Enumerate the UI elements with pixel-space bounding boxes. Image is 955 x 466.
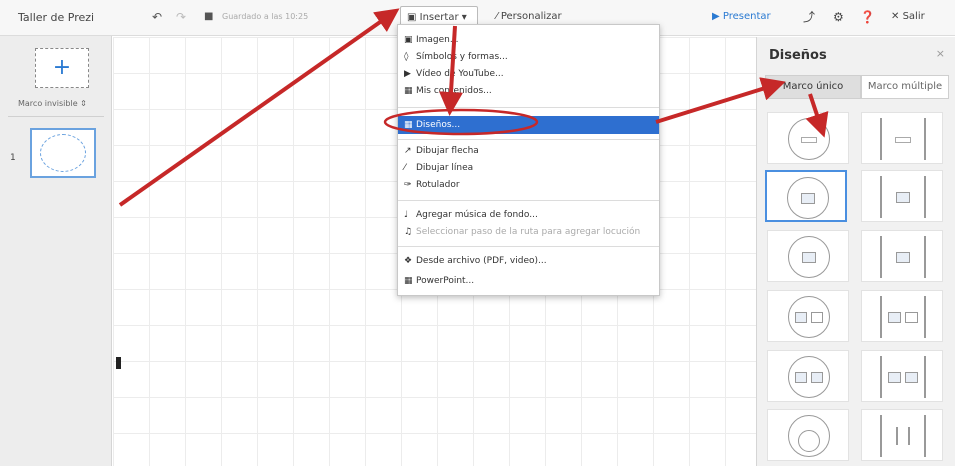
layout-circle-image-text[interactable] (767, 290, 849, 342)
menu-item-from-file[interactable]: ❖ Desde archivo (PDF, video)... (404, 254, 547, 268)
layout-bracket-two-images[interactable] (861, 350, 943, 402)
bracket-frame-icon (880, 236, 926, 278)
slide-thumbnail[interactable] (30, 128, 96, 178)
circle-frame-icon (788, 236, 830, 278)
layout-bracket-title-image[interactable] (861, 230, 943, 282)
present-button[interactable]: ▶ Presentar (712, 10, 771, 24)
menu-item-powerpoint[interactable]: ▦ PowerPoint... (404, 274, 474, 288)
layout-bracket-title[interactable] (861, 112, 943, 164)
saved-status: Guardado a las 10:25 (222, 12, 309, 21)
circle-frame-icon (788, 356, 830, 398)
insert-icon: ▣ (407, 12, 417, 23)
layouts-icon: ▦ (404, 120, 413, 130)
share-icon[interactable]: ⤴ (803, 10, 815, 24)
bracket-frame-icon (880, 356, 926, 398)
tab-multiple-frame[interactable]: Marco múltiple (861, 75, 949, 99)
menu-item-layouts[interactable]: ▦ Diseños... (398, 116, 659, 134)
gear-icon[interactable]: ⚙ (833, 10, 844, 24)
layout-circle-two-images[interactable] (767, 350, 849, 402)
layout-circle-title[interactable] (767, 112, 849, 164)
music-icon: ♩ (404, 210, 409, 220)
redo-icon[interactable]: ↷ (176, 10, 186, 24)
menu-divider (398, 107, 659, 108)
bracket-frame-icon (880, 296, 926, 338)
save-icon[interactable]: ■ (204, 10, 213, 24)
insert-label: Insertar ▾ (419, 12, 467, 23)
marker-icon: ✑ (404, 180, 412, 190)
menu-item-symbols[interactable]: ◊ Símbolos y formas... (404, 50, 508, 64)
insert-dropdown-menu: ▣ Imagen... ◊ Símbolos y formas... ▶ Vídeo … (397, 24, 660, 296)
path-sidebar: + Marco invisible ⇕ 1 (0, 36, 112, 466)
menu-item-draw-line[interactable]: ⁄ Dibujar línea (404, 161, 473, 175)
voice-icon: ♫ (404, 227, 413, 237)
layout-bracket-image-text[interactable] (861, 290, 943, 342)
bracket-frame-icon (880, 118, 926, 160)
menu-item-background-music[interactable]: ♩ Agregar música de fondo... (404, 208, 538, 222)
help-icon[interactable]: ❓ (860, 10, 875, 24)
symbol-icon: ◊ (404, 52, 409, 62)
file-icon: ❖ (404, 256, 413, 266)
menu-item-voiceover: ♫ Seleccionar paso de la ruta para agrega… (404, 227, 641, 237)
bracket-frame-icon (880, 176, 926, 218)
youtube-icon: ▶ (404, 69, 411, 79)
thumbnail-frame (40, 134, 86, 172)
circle-frame-icon (787, 177, 829, 219)
add-frame-button[interactable]: + (35, 48, 89, 88)
circle-frame-icon (788, 415, 830, 457)
play-icon: ▶ (712, 11, 720, 22)
circle-frame-icon (788, 296, 830, 338)
powerpoint-icon: ▦ (404, 276, 413, 286)
app-title: Taller de Prezi (18, 11, 95, 24)
menu-item-my-content[interactable]: ▦ Mis contenidos... (404, 84, 492, 98)
divider (8, 116, 104, 117)
menu-item-draw-arrow[interactable]: ↗ Dibujar flecha (404, 144, 479, 158)
plus-icon: + (52, 55, 72, 80)
menu-divider (398, 139, 659, 140)
exit-button[interactable]: ✕ Salir (891, 10, 925, 24)
menu-divider (398, 200, 659, 201)
present-label: Presentar (722, 11, 771, 22)
tab-single-frame[interactable]: Marco único (765, 75, 861, 99)
customize-label: Personalizar (500, 11, 562, 22)
line-icon: ⁄ (404, 163, 406, 173)
menu-item-marker[interactable]: ✑ Rotulador (404, 178, 460, 192)
content-icon: ▦ (404, 86, 413, 96)
exit-label: Salir (902, 11, 925, 22)
bracket-frame-icon (880, 415, 926, 457)
close-icon: ✕ (891, 11, 900, 22)
menu-item-youtube[interactable]: ▶ Vídeo de YouTube... (404, 67, 504, 81)
layout-circle-title-image[interactable] (767, 230, 849, 282)
canvas-handle[interactable] (116, 357, 121, 369)
undo-icon[interactable]: ↶ (152, 10, 162, 24)
layouts-panel: Diseños × Marco único Marco múltiple (756, 37, 955, 466)
menu-item-image[interactable]: ▣ Imagen... (404, 33, 458, 47)
layout-circle-nested[interactable] (767, 409, 849, 461)
image-icon: ▣ (404, 35, 413, 45)
brush-icon: ⁄ (496, 11, 498, 22)
slide-number: 1 (10, 153, 16, 163)
layout-bracket-nested[interactable] (861, 409, 943, 461)
layout-bracket-image[interactable] (861, 170, 943, 222)
menu-divider (398, 246, 659, 247)
arrow-icon: ↗ (404, 146, 412, 156)
circle-frame-icon (788, 118, 830, 160)
frame-type-selector[interactable]: Marco invisible ⇕ (18, 99, 87, 108)
close-icon[interactable]: × (936, 47, 945, 60)
panel-title: Diseños (769, 48, 827, 63)
layout-circle-image[interactable] (765, 170, 847, 222)
